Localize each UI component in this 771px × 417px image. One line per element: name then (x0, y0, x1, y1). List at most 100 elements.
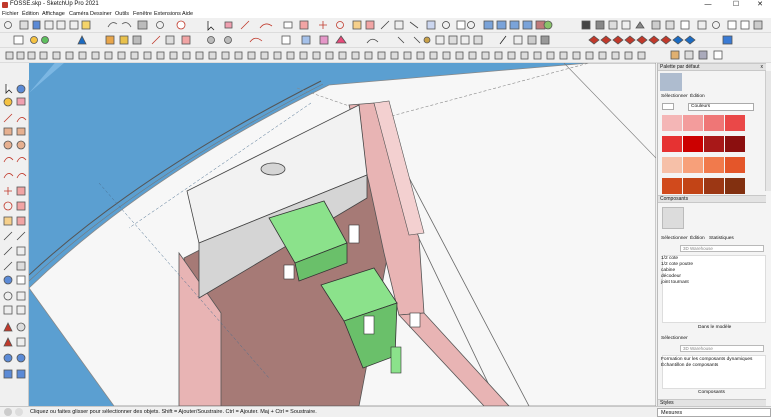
axes-icon (409, 21, 419, 29)
menu-aide[interactable]: Aide (182, 10, 193, 18)
tool-3-8-icon (91, 51, 100, 60)
tool-3-15-icon (182, 51, 191, 60)
sketchup-app-icon (2, 2, 8, 8)
menu-affichage[interactable]: Affichage (42, 10, 65, 18)
tray-title: Palette par défaut (660, 64, 700, 70)
section-cuts-icon (712, 21, 720, 29)
tool-3-38-icon (481, 51, 490, 60)
color-swatch-2[interactable] (683, 115, 703, 131)
component-item[interactable]: joint tournant (661, 280, 689, 286)
color-swatch-3[interactable] (704, 115, 724, 131)
arc-icon (259, 23, 273, 29)
undo-icon (107, 22, 118, 28)
tab-materials-edit[interactable]: Édition (690, 93, 705, 100)
color-swatch-6[interactable] (683, 136, 703, 152)
default-tray: Palette par défaut x Sélectionner Éditio… (657, 63, 771, 407)
menu-fichier[interactable]: Fichier (2, 10, 19, 18)
color-swatch-14[interactable] (683, 178, 703, 194)
color-swatch-9[interactable] (662, 157, 682, 173)
materials-icon (684, 50, 694, 60)
tray-scrollbar[interactable] (765, 71, 771, 191)
tool-3-41-icon (520, 51, 529, 60)
scenes-icon (670, 50, 680, 60)
color-swatch-7[interactable] (704, 136, 724, 152)
cut-icon (44, 20, 54, 30)
measures-box[interactable]: Mesures (657, 408, 771, 417)
components-search-input-2[interactable]: 3D Warehouse (680, 345, 764, 352)
menu-edition[interactable]: Édition (22, 10, 39, 18)
menu-camera[interactable]: Caméra (69, 10, 89, 18)
close-button[interactable]: ✕ (751, 0, 769, 10)
tab-components-edit[interactable]: Édition (690, 235, 705, 242)
tab-materials-select[interactable]: Sélectionner (661, 93, 688, 100)
tab-components-stats[interactable]: Statistiques (709, 235, 734, 242)
drape-icon (249, 37, 263, 43)
credits-icon[interactable] (15, 408, 23, 416)
components-search-input[interactable]: 3D Warehouse (680, 245, 764, 252)
plugin-plus-icon (713, 50, 723, 60)
drawing-viewport[interactable] (29, 63, 656, 406)
tool-3-2-icon (16, 51, 25, 60)
orbit-icon (442, 21, 450, 29)
tray-close-icon[interactable]: x (761, 64, 764, 71)
color-swatch-1[interactable] (662, 115, 682, 131)
menu-extensions[interactable]: Extensions (154, 10, 181, 18)
tab-components-select[interactable]: Sélectionner (661, 235, 688, 242)
tool-3-47-icon (598, 51, 607, 60)
tool-3-30-icon (377, 51, 386, 60)
selection-label: Sélectionner (661, 336, 688, 341)
color-swatch-4[interactable] (725, 115, 745, 131)
hidden-line-icon (621, 20, 631, 30)
textures-icon (651, 20, 661, 30)
minimize-button[interactable]: — (699, 0, 717, 10)
menu-dessiner[interactable]: Dessiner (90, 10, 112, 18)
large-tool-set (0, 80, 29, 406)
share-tool-icon (16, 353, 26, 363)
color-swatch-13[interactable] (662, 178, 682, 194)
make-component-icon (13, 35, 24, 45)
tool-3-49-icon (624, 51, 633, 60)
ruby-icon-1 (588, 35, 600, 45)
color-swatch-5[interactable] (662, 136, 682, 152)
menu-outils[interactable]: Outils (115, 10, 129, 18)
model-scene[interactable] (29, 63, 656, 406)
ruby-icon-5 (636, 35, 648, 45)
materials-nav-buttons[interactable] (662, 103, 674, 110)
in-model-label[interactable]: Dans le modèle (698, 325, 731, 330)
color-swatch-10[interactable] (683, 157, 703, 173)
color-swatch-8[interactable] (725, 136, 745, 152)
color-swatch-12[interactable] (725, 157, 745, 173)
link-item[interactable]: Échantillon de composants (661, 363, 718, 369)
component-preview (662, 207, 684, 229)
color-swatch-15[interactable] (704, 178, 724, 194)
stamp-icon (224, 36, 232, 44)
add-detail-icon (281, 35, 291, 45)
rect-tool-icon (3, 127, 13, 136)
components-header-label: Composants (660, 196, 689, 202)
material-preview (660, 73, 682, 91)
components-header[interactable]: Composants (658, 195, 766, 203)
toolbar-row-1-icons[interactable] (0, 18, 771, 33)
flip-edge-icon (301, 35, 311, 45)
select-icon (207, 21, 215, 31)
toolbar-row-3-icons[interactable] (0, 48, 771, 63)
tape-tool-icon (3, 231, 13, 241)
tool-3-45-icon (572, 51, 581, 60)
tool-3-11-icon (130, 51, 139, 60)
arc-tool-icon (3, 157, 14, 163)
materials-dropdown[interactable]: Couleurs (688, 103, 754, 111)
solid-subtract-icon (119, 35, 129, 45)
pushpull-tool-icon (16, 186, 26, 196)
menu-fenetre[interactable]: Fenêtre (133, 10, 152, 18)
geo-location-icon[interactable] (4, 408, 12, 416)
large-tool-set-icons[interactable] (0, 80, 29, 406)
maximize-button[interactable]: ☐ (727, 0, 745, 10)
toolbar-row-2-icons[interactable] (0, 33, 771, 48)
pan-tool-icon (16, 275, 26, 285)
color-swatch-16[interactable] (725, 178, 745, 194)
ruby-icon-8 (672, 35, 684, 45)
servo-lower-horn (363, 315, 375, 335)
paint-tool-icon (3, 97, 13, 107)
toolbar-row-2 (0, 33, 771, 48)
color-swatch-11[interactable] (704, 157, 724, 173)
